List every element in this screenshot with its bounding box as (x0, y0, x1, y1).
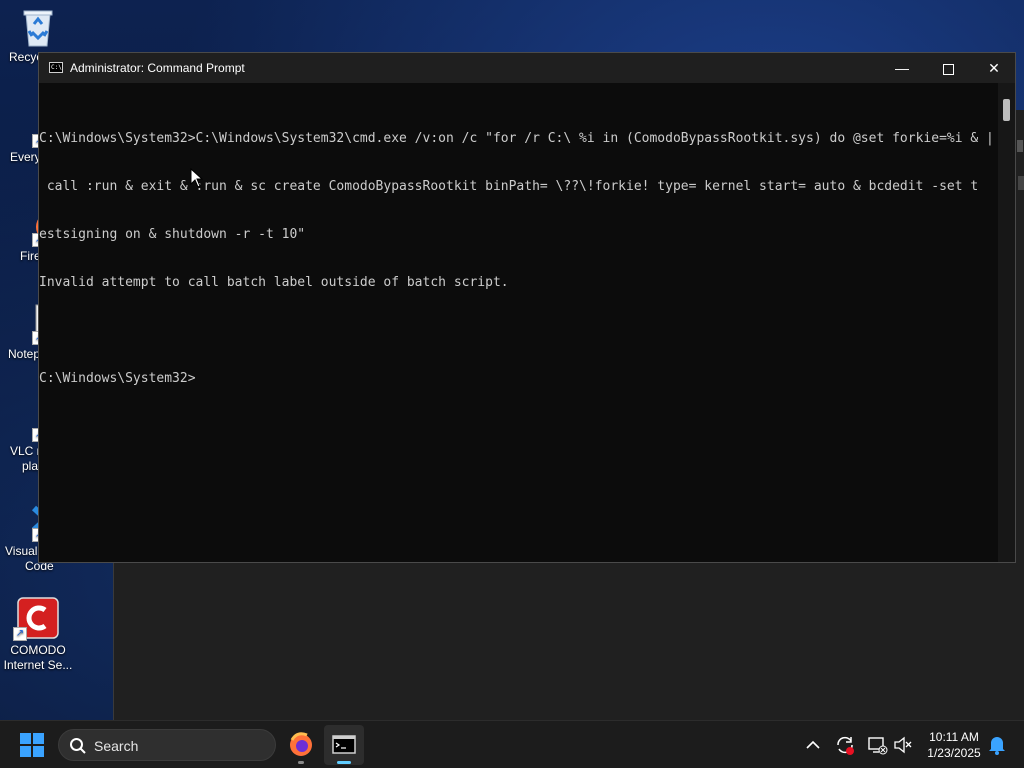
tray-network[interactable] (866, 721, 888, 768)
shortcut-arrow-icon: ↗ (13, 627, 27, 641)
taskbar-search-box[interactable]: Search (58, 729, 276, 761)
minimize-icon: — (895, 60, 909, 76)
console-line: call :run & exit & :run & sc create Como… (39, 179, 979, 194)
tray-update-status[interactable] (834, 721, 856, 768)
background-window-scroll-mark (1018, 176, 1024, 190)
windows-logo-tile (20, 746, 31, 757)
vertical-scrollbar[interactable] (998, 83, 1015, 562)
clock-date: 1/23/2025 (927, 746, 981, 760)
console-line: C:\Windows\System32> (39, 371, 196, 386)
network-disconnected-icon (868, 737, 888, 755)
close-button[interactable]: ✕ (971, 53, 1017, 83)
title-bar[interactable]: C:\ Administrator: Command Prompt — ✕ (39, 53, 1015, 83)
chevron-up-icon (806, 740, 820, 749)
close-icon: ✕ (988, 60, 1000, 76)
console-line: Invalid attempt to call batch label outs… (39, 275, 509, 290)
volume-muted-icon (894, 736, 912, 754)
desktop-icon-label: Internet Se... (3, 658, 73, 672)
desktop-icon-comodo[interactable]: ↗ COMODO Internet Se... (0, 597, 76, 673)
taskbar: Search 10:11 AM 1/23/2025 (0, 720, 1024, 768)
sync-alert-icon (837, 736, 854, 755)
tray-volume[interactable] (892, 721, 914, 768)
minimize-button[interactable]: — (879, 53, 925, 83)
taskbar-command-prompt[interactable] (324, 725, 364, 765)
desktop-icon-label: COMODO (10, 643, 66, 657)
taskbar-clock[interactable]: 10:11 AM 1/23/2025 (918, 729, 990, 761)
background-window-scroll-mark (1017, 140, 1023, 152)
windows-logo-tile (33, 746, 44, 757)
bell-icon (989, 737, 1005, 755)
window-title: Administrator: Command Prompt (70, 61, 245, 75)
clock-time: 10:11 AM (929, 730, 979, 744)
search-placeholder: Search (94, 738, 139, 754)
maximize-icon (942, 63, 954, 75)
start-button[interactable] (20, 733, 44, 757)
running-indicator (298, 761, 304, 764)
firefox-icon (290, 732, 312, 756)
command-prompt-window[interactable]: C:\ Administrator: Command Prompt — ✕ C:… (38, 52, 1016, 563)
console-output[interactable]: C:\Windows\System32>C:\Windows\System32\… (39, 99, 999, 559)
show-hidden-icons-button[interactable] (804, 721, 822, 768)
console-line: estsigning on & shutdown -r -t 10" (39, 227, 306, 242)
windows-logo-tile (33, 733, 44, 744)
command-prompt-icon: C:\ (49, 62, 63, 73)
console-line: C:\Windows\System32>C:\Windows\System32\… (39, 131, 994, 146)
search-icon (69, 737, 87, 760)
scrollbar-thumb[interactable] (1003, 99, 1010, 121)
notifications-button[interactable] (986, 721, 1008, 768)
maximize-button[interactable] (925, 53, 971, 83)
windows-logo-icon (20, 733, 31, 744)
taskbar-firefox[interactable] (281, 725, 321, 765)
command-prompt-icon (332, 735, 356, 754)
recycle-bin-icon (18, 6, 58, 47)
active-indicator (337, 761, 351, 764)
comodo-icon: ↗ (13, 597, 59, 641)
